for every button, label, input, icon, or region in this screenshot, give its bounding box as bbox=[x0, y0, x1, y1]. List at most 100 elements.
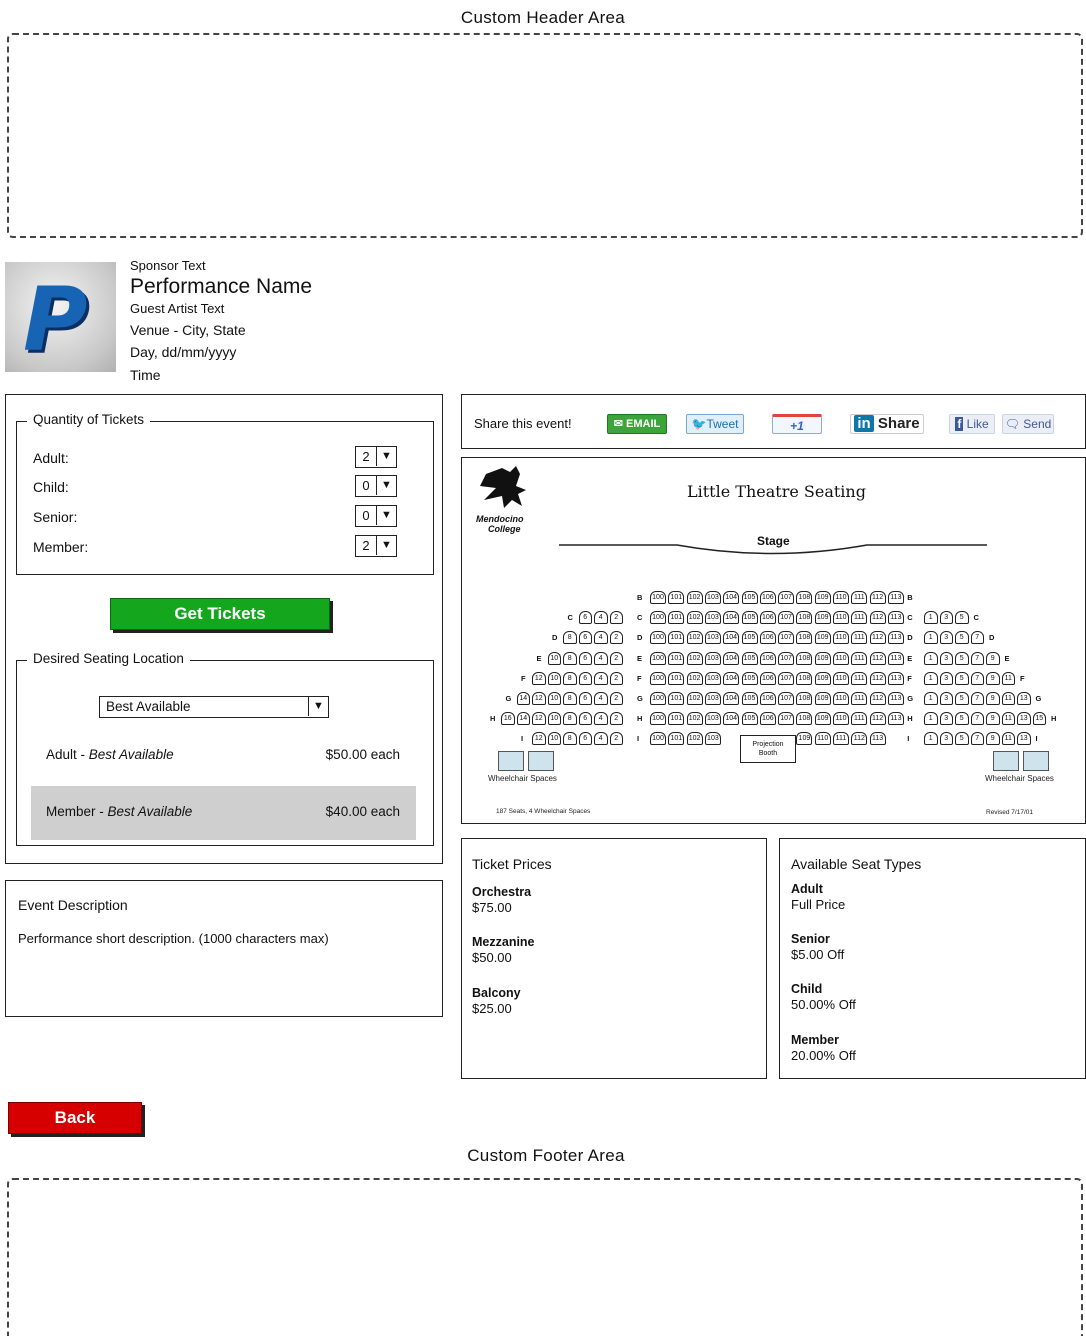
seat[interactable]: 104 bbox=[723, 631, 740, 645]
seat[interactable]: 106 bbox=[759, 631, 776, 645]
seat[interactable]: 109 bbox=[814, 611, 831, 625]
tweet-button[interactable]: 🐦Tweet bbox=[686, 414, 744, 434]
linkedin-share-button[interactable]: in Share bbox=[850, 414, 924, 434]
seat[interactable]: 112 bbox=[869, 651, 886, 665]
seat[interactable]: 102 bbox=[686, 712, 703, 726]
seat[interactable]: 6 bbox=[578, 611, 592, 625]
seat[interactable]: 100 bbox=[650, 732, 666, 746]
seat[interactable]: 101 bbox=[668, 651, 685, 665]
seat[interactable]: 107 bbox=[778, 611, 795, 625]
seat[interactable]: 105 bbox=[741, 631, 758, 645]
seat[interactable]: 13 bbox=[1017, 692, 1031, 705]
seat[interactable]: 108 bbox=[796, 671, 813, 685]
adult-qty-select[interactable]: 2 ▼ bbox=[355, 446, 397, 468]
seat[interactable]: 6 bbox=[578, 671, 592, 685]
seat[interactable]: 10 bbox=[547, 692, 561, 705]
seat[interactable]: 109 bbox=[814, 692, 831, 705]
seat[interactable]: 113 bbox=[887, 631, 904, 645]
seat[interactable]: 6 bbox=[578, 631, 592, 645]
seat[interactable]: 102 bbox=[686, 611, 703, 625]
seat[interactable]: 2 bbox=[609, 732, 623, 746]
seat[interactable]: 9 bbox=[986, 671, 1000, 685]
seat[interactable]: 109 bbox=[814, 712, 831, 726]
seat[interactable]: 108 bbox=[796, 692, 813, 705]
seat[interactable]: 10 bbox=[547, 712, 561, 726]
seat[interactable]: 111 bbox=[851, 671, 868, 685]
seat[interactable]: 11 bbox=[1001, 712, 1015, 726]
seat[interactable]: 109 bbox=[814, 591, 831, 604]
seat[interactable]: 106 bbox=[759, 611, 776, 625]
seat[interactable]: 2 bbox=[609, 671, 623, 685]
seat[interactable]: 12 bbox=[532, 732, 546, 746]
seat[interactable]: 6 bbox=[578, 692, 592, 705]
seat[interactable]: 109 bbox=[796, 732, 813, 746]
seat[interactable]: 15 bbox=[1032, 712, 1046, 726]
seat[interactable]: 102 bbox=[686, 692, 703, 705]
seat[interactable]: 5 bbox=[955, 671, 969, 685]
seat[interactable]: 5 bbox=[955, 651, 969, 665]
seat[interactable]: 103 bbox=[704, 692, 721, 705]
seat[interactable]: 112 bbox=[869, 671, 886, 685]
seat[interactable]: 6 bbox=[578, 712, 592, 726]
seat[interactable]: 103 bbox=[704, 591, 721, 604]
seat[interactable]: 10 bbox=[547, 671, 561, 685]
seat[interactable]: 3 bbox=[939, 732, 953, 746]
seat[interactable]: 100 bbox=[650, 712, 666, 726]
seat[interactable]: 104 bbox=[723, 671, 740, 685]
seat[interactable]: 113 bbox=[887, 651, 904, 665]
seat[interactable]: 5 bbox=[955, 611, 969, 625]
seat[interactable]: 1 bbox=[924, 631, 938, 645]
seat[interactable]: 101 bbox=[668, 692, 685, 705]
seat[interactable]: 111 bbox=[851, 611, 868, 625]
seat[interactable]: 101 bbox=[668, 712, 685, 726]
seat[interactable]: 1 bbox=[924, 712, 938, 726]
seat[interactable]: 103 bbox=[704, 631, 721, 645]
seat[interactable]: 100 bbox=[650, 692, 666, 705]
seat[interactable]: 108 bbox=[796, 712, 813, 726]
seat[interactable]: 12 bbox=[532, 671, 546, 685]
seat[interactable]: 11 bbox=[1001, 732, 1015, 746]
seat[interactable]: 14 bbox=[516, 692, 530, 705]
seat[interactable]: 12 bbox=[532, 692, 546, 705]
seat[interactable]: 7 bbox=[970, 671, 984, 685]
seat[interactable]: 8 bbox=[563, 671, 577, 685]
seat[interactable]: 7 bbox=[970, 692, 984, 705]
seat[interactable]: 111 bbox=[833, 732, 849, 746]
seat[interactable]: 102 bbox=[686, 631, 703, 645]
seat[interactable]: 102 bbox=[686, 651, 703, 665]
seat[interactable]: 110 bbox=[833, 631, 849, 645]
seat[interactable]: 6 bbox=[578, 651, 592, 665]
seat[interactable]: 13 bbox=[1017, 732, 1031, 746]
seat[interactable]: 103 bbox=[704, 732, 721, 746]
seat[interactable]: 103 bbox=[704, 611, 721, 625]
seat[interactable]: 112 bbox=[869, 631, 886, 645]
seat[interactable]: 100 bbox=[650, 671, 666, 685]
seat[interactable]: 5 bbox=[955, 692, 969, 705]
seat[interactable]: 105 bbox=[741, 591, 758, 604]
seat[interactable]: 105 bbox=[741, 712, 758, 726]
seat[interactable]: 107 bbox=[778, 631, 795, 645]
member-qty-select[interactable]: 2 ▼ bbox=[355, 535, 397, 557]
seat[interactable]: 10 bbox=[547, 651, 561, 665]
seat[interactable]: 110 bbox=[833, 671, 849, 685]
seat[interactable]: 104 bbox=[723, 651, 740, 665]
seat[interactable]: 106 bbox=[759, 712, 776, 726]
seat[interactable]: 100 bbox=[650, 631, 666, 645]
seat[interactable]: 108 bbox=[796, 631, 813, 645]
seat[interactable]: 1 bbox=[924, 692, 938, 705]
seat[interactable]: 8 bbox=[563, 631, 577, 645]
seat[interactable]: 102 bbox=[686, 671, 703, 685]
seat[interactable]: 113 bbox=[887, 692, 904, 705]
seat[interactable]: 1 bbox=[924, 671, 938, 685]
seat[interactable]: 111 bbox=[851, 692, 868, 705]
facebook-send-button[interactable]: 🗨 Send bbox=[1002, 414, 1054, 434]
seat[interactable]: 2 bbox=[609, 651, 623, 665]
seat[interactable]: 112 bbox=[869, 712, 886, 726]
seat[interactable]: 112 bbox=[869, 692, 886, 705]
seat[interactable]: 111 bbox=[851, 631, 868, 645]
seat[interactable]: 102 bbox=[686, 732, 703, 746]
seat[interactable]: 11 bbox=[1001, 671, 1015, 685]
seat[interactable]: 113 bbox=[887, 712, 904, 726]
seat[interactable]: 111 bbox=[851, 591, 868, 604]
seat[interactable]: 14 bbox=[516, 712, 530, 726]
